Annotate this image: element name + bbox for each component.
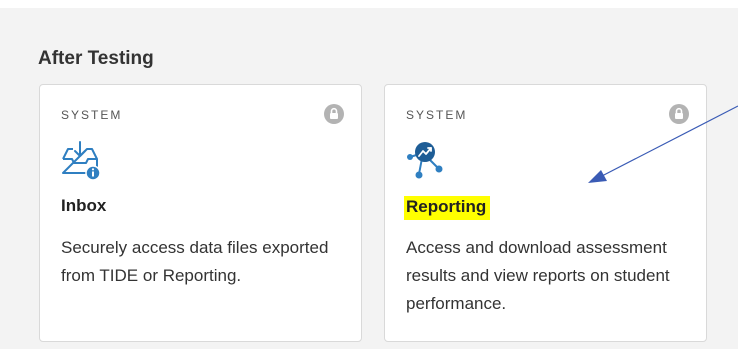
- reporting-card[interactable]: SYSTEM Reporting Access and download ass…: [384, 84, 707, 342]
- section-title: After Testing: [38, 48, 154, 69]
- lock-icon: [669, 104, 689, 124]
- inbox-icon: [62, 141, 101, 181]
- card-kicker: SYSTEM: [406, 108, 468, 122]
- card-description: Securely access data files exported from…: [61, 238, 329, 285]
- card-title: Inbox: [61, 196, 107, 215]
- lock-icon: [324, 104, 344, 124]
- reporting-network-icon: [407, 142, 443, 179]
- card-description: Access and download assessment results a…: [406, 238, 670, 313]
- card-title-highlighted: Reporting: [404, 196, 491, 220]
- card-kicker: SYSTEM: [61, 108, 123, 122]
- after-testing-panel: After Testing SYSTEM Inbox Securely acce…: [0, 8, 738, 349]
- inbox-card[interactable]: SYSTEM Inbox Securely access data files …: [39, 84, 362, 342]
